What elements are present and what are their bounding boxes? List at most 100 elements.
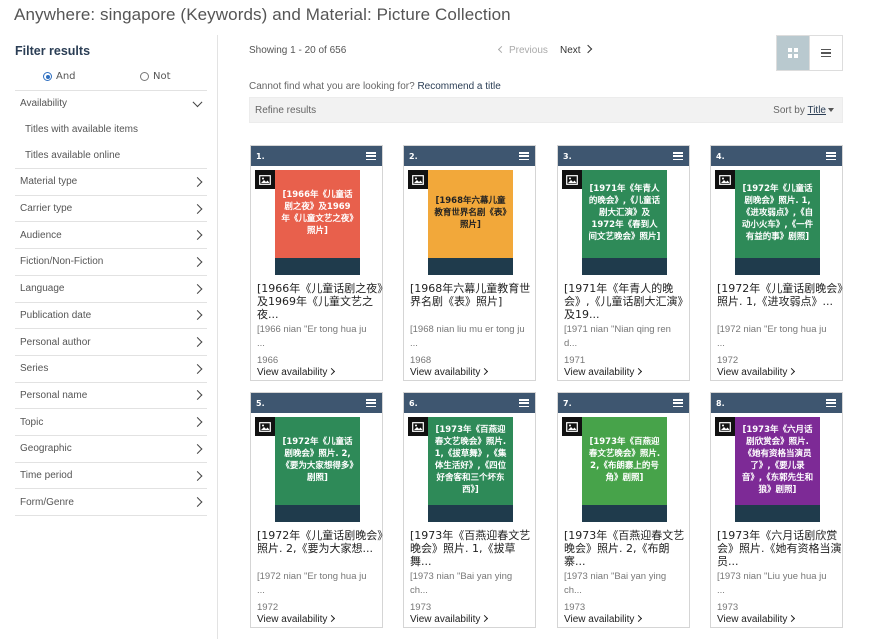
card-number: 7. bbox=[563, 398, 572, 408]
facet-publication-date[interactable]: Publication date bbox=[15, 301, 207, 329]
view-availability-link[interactable]: View availability bbox=[717, 614, 796, 625]
facet-series[interactable]: Series bbox=[15, 354, 207, 382]
result-card[interactable]: 7. [1973年《百燕迎春文艺晚会》照片. 2,《布朗寨上的号角》剧照] [1… bbox=[557, 392, 690, 628]
recommend-title-link[interactable]: Recommend a title bbox=[417, 81, 500, 92]
hamburger-menu-icon[interactable] bbox=[366, 399, 376, 408]
and-radio[interactable]: And bbox=[43, 71, 76, 82]
hamburger-menu-icon[interactable] bbox=[826, 152, 836, 161]
chevron-right-icon bbox=[192, 203, 203, 214]
hamburger-menu-icon[interactable] bbox=[519, 399, 529, 408]
chevron-right-icon bbox=[192, 417, 203, 428]
view-availability-label: View availability bbox=[257, 614, 328, 625]
card-title[interactable]: [1973年《六月话剧欣赏会》照片.《她有资格当演员... bbox=[717, 529, 843, 569]
refine-results-button[interactable]: Refine results bbox=[255, 105, 316, 116]
view-availability-link[interactable]: View availability bbox=[257, 367, 336, 378]
card-title[interactable]: [1973年《百燕迎春文艺晚会》照片. 2,《布朗寨... bbox=[564, 529, 690, 569]
facet-availability[interactable]: Availability bbox=[15, 90, 207, 117]
facet-geographic[interactable]: Geographic bbox=[15, 435, 207, 462]
hamburger-menu-icon[interactable] bbox=[519, 152, 529, 161]
view-availability-link[interactable]: View availability bbox=[257, 614, 336, 625]
cover-image[interactable]: [1968年六幕儿童教育世界名剧《表》照片] bbox=[428, 170, 513, 275]
result-card[interactable]: 8. [1973年《六月话剧欣赏会》照片.《她有资格当演员了》,《要儿录音》,《… bbox=[710, 392, 843, 628]
card-title[interactable]: [1971年《年青人的晚会》,《儿童话剧大汇演》及19... bbox=[564, 282, 690, 322]
facet-topic[interactable]: Topic bbox=[15, 408, 207, 435]
hamburger-menu-icon[interactable] bbox=[826, 399, 836, 408]
hamburger-menu-icon[interactable] bbox=[673, 152, 683, 161]
not-radio[interactable]: Not bbox=[140, 71, 171, 82]
cover-image[interactable]: [1972年《儿童话剧晚会》照片. 2,《要为大家想得多》剧照] bbox=[275, 417, 360, 522]
chevron-right-icon bbox=[788, 614, 796, 622]
card-header: 2. bbox=[404, 146, 535, 166]
result-card[interactable]: 3. [1971年《年青人的晚会》,《儿童话剧大汇演》及1972年《春到人间文艺… bbox=[557, 145, 690, 381]
card-romanized-title: [1968 nian liu mu er tong ju ... bbox=[410, 324, 525, 349]
facet-label: Language bbox=[20, 283, 65, 295]
cannot-find-message: Cannot find what you are looking for? Re… bbox=[249, 81, 501, 92]
view-availability-link[interactable]: View availability bbox=[410, 367, 489, 378]
facet-label: Publication date bbox=[20, 309, 92, 321]
cover-image[interactable]: [1971年《年青人的晚会》,《儿童话剧大汇演》及1972年《春到人间文艺晚会》… bbox=[582, 170, 667, 275]
sort-dropdown[interactable]: Sort by Title bbox=[773, 105, 834, 116]
facet-personal-name[interactable]: Personal name bbox=[15, 381, 207, 409]
card-romanized-title: [1972 nian "Er tong hua ju ... bbox=[257, 571, 367, 596]
facet-time-period[interactable]: Time period bbox=[15, 461, 207, 489]
card-title[interactable]: [1966年《儿童话剧之夜》及1969年《儿童文艺之夜... bbox=[257, 282, 383, 322]
cover-text: [1973年《百燕迎春文艺晚会》照片. 1,《拔草舞》,《集体生活好》,《四位好… bbox=[434, 425, 507, 495]
card-title[interactable]: [1973年《百燕迎春文艺晚会》照片. 1,《拔草舞... bbox=[410, 529, 536, 569]
picture-icon bbox=[255, 170, 275, 189]
facet-material-type[interactable]: Material type bbox=[15, 168, 207, 195]
sort-label: Sort by bbox=[773, 105, 805, 116]
facet-fiction-nonfiction[interactable]: Fiction/Non-Fiction bbox=[15, 248, 207, 275]
next-page-button[interactable]: Next bbox=[560, 45, 592, 56]
facet-audience[interactable]: Audience bbox=[15, 221, 207, 248]
chevron-right-icon bbox=[481, 614, 489, 622]
hamburger-menu-icon[interactable] bbox=[673, 399, 683, 408]
previous-page-button[interactable]: Previous bbox=[497, 45, 548, 56]
chevron-right-icon bbox=[192, 390, 203, 401]
card-title[interactable]: [1972年《儿童话剧晚会》照片. 2,《要为大家想... bbox=[257, 529, 383, 555]
cover-footer bbox=[582, 258, 667, 275]
result-card[interactable]: 2. [1968年六幕儿童教育世界名剧《表》照片] [1968年六幕儿童教育世界… bbox=[403, 145, 536, 381]
card-year: 1972 bbox=[717, 355, 739, 366]
view-availability-link[interactable]: View availability bbox=[717, 367, 796, 378]
result-card[interactable]: 4. [1972年《儿童话剧晚会》照片. 1,《进攻弱点》,《自动小火车》,《一… bbox=[710, 145, 843, 381]
card-header: 8. bbox=[711, 393, 842, 413]
availability-option-online[interactable]: Titles available online bbox=[25, 150, 120, 161]
list-view-button[interactable] bbox=[809, 35, 843, 71]
cover-image[interactable]: [1973年《六月话剧欣赏会》照片.《她有资格当演员了》,《要儿录音》,《东郭先… bbox=[735, 417, 820, 522]
cover-image[interactable]: [1966年《儿童话剧之夜》及1969年《儿童文艺之夜》照片] bbox=[275, 170, 360, 275]
card-year: 1973 bbox=[410, 602, 432, 613]
facet-form-genre[interactable]: Form/Genre bbox=[15, 488, 207, 515]
card-year: 1971 bbox=[564, 355, 586, 366]
facet-label: Form/Genre bbox=[20, 496, 74, 508]
chevron-down-icon bbox=[192, 97, 203, 108]
cover-text: [1972年《儿童话剧晚会》照片. 1,《进攻弱点》,《自动小火车》,《一件有益… bbox=[741, 184, 814, 242]
result-card[interactable]: 5. [1972年《儿童话剧晚会》照片. 2,《要为大家想得多》剧照] [197… bbox=[250, 392, 383, 628]
card-romanized-title: [1973 nian "Bai yan ying ch... bbox=[564, 571, 667, 596]
hamburger-menu-icon[interactable] bbox=[366, 152, 376, 161]
chevron-right-icon bbox=[192, 363, 203, 374]
view-availability-link[interactable]: View availability bbox=[564, 367, 643, 378]
result-card[interactable]: 1. [1966年《儿童话剧之夜》及1969年《儿童文艺之夜》照片] [1966… bbox=[250, 145, 383, 381]
facet-label: Personal name bbox=[20, 389, 88, 401]
facet-personal-author[interactable]: Personal author bbox=[15, 328, 207, 355]
card-title[interactable]: [1968年六幕儿童教育世界名剧《表》照片] bbox=[410, 282, 536, 308]
result-card[interactable]: 6. [1973年《百燕迎春文艺晚会》照片. 1,《拔草舞》,《集体生活好》,《… bbox=[403, 392, 536, 628]
card-header: 6. bbox=[404, 393, 535, 413]
card-title[interactable]: [1972年《儿童话剧晚会》照片. 1,《进攻弱点》... bbox=[717, 282, 843, 308]
chevron-right-icon bbox=[481, 367, 489, 375]
view-availability-link[interactable]: View availability bbox=[410, 614, 489, 625]
cover-image[interactable]: [1973年《百燕迎春文艺晚会》照片. 1,《拔草舞》,《集体生活好》,《四位好… bbox=[428, 417, 513, 522]
cannot-find-text: Cannot find what you are looking for? bbox=[249, 81, 415, 92]
facet-carrier-type[interactable]: Carrier type bbox=[15, 194, 207, 222]
cover-footer bbox=[275, 505, 360, 522]
view-availability-link[interactable]: View availability bbox=[564, 614, 643, 625]
facet-language[interactable]: Language bbox=[15, 274, 207, 302]
card-number: 2. bbox=[409, 151, 418, 161]
cover-image[interactable]: [1973年《百燕迎春文艺晚会》照片. 2,《布朗寨上的号角》剧照] bbox=[582, 417, 667, 522]
chevron-right-icon bbox=[192, 470, 203, 481]
filter-results-heading: Filter results bbox=[15, 44, 91, 58]
cover-image[interactable]: [1972年《儿童话剧晚会》照片. 1,《进攻弱点》,《自动小火车》,《一件有益… bbox=[735, 170, 820, 275]
availability-option-available-items[interactable]: Titles with available items bbox=[25, 124, 138, 135]
chevron-right-icon bbox=[192, 337, 203, 347]
grid-view-button[interactable] bbox=[776, 35, 810, 71]
